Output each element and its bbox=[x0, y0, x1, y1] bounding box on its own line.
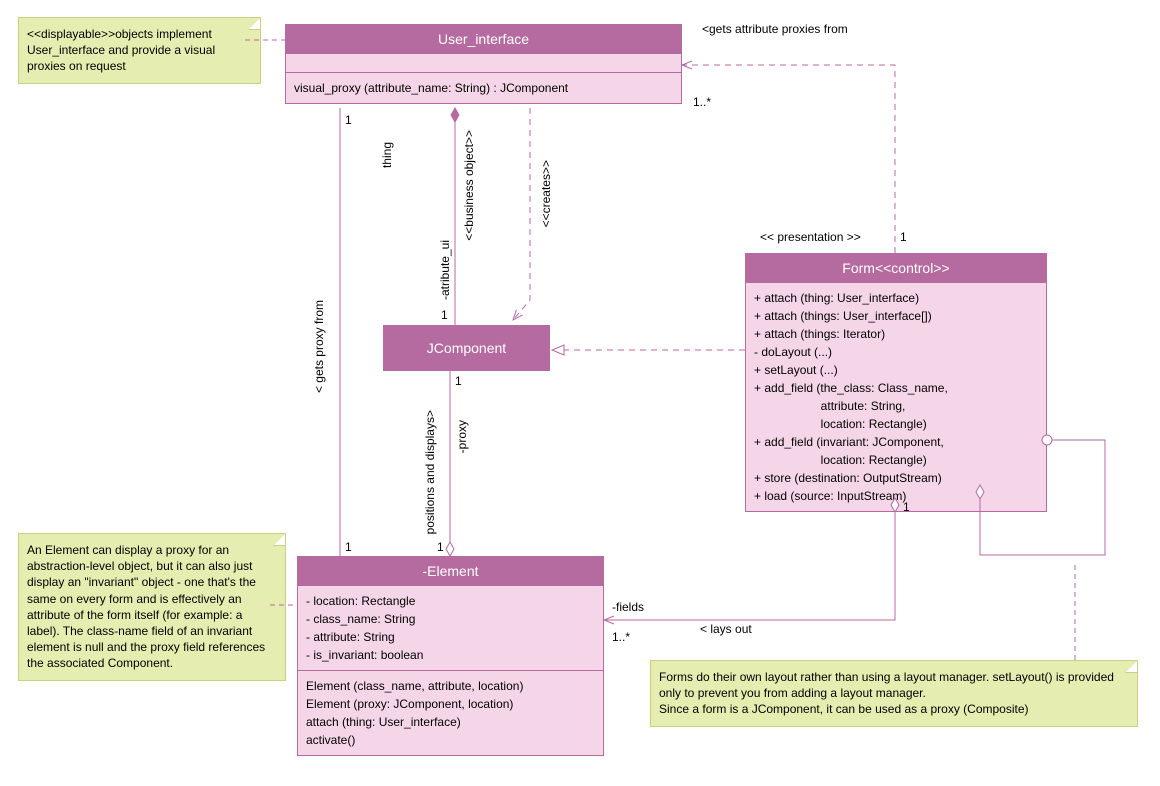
label-lays-out: < lays out bbox=[700, 622, 752, 636]
label-thing: thing bbox=[380, 142, 394, 168]
class-operations: visual_proxy (attribute_name: String) : … bbox=[286, 72, 681, 103]
class-attributes: - location: Rectangle - class_name: Stri… bbox=[298, 585, 603, 670]
class-form: Form<<control>> + attach (thing: User_in… bbox=[745, 253, 1047, 512]
class-user-interface: User_interface visual_proxy (attribute_n… bbox=[285, 24, 682, 104]
mult-one: 1 bbox=[900, 230, 907, 244]
mult-one: 1 bbox=[903, 500, 910, 514]
mult-one-star: 1..* bbox=[612, 630, 630, 644]
label-positions: positions and displays> bbox=[423, 410, 437, 534]
class-title: Form<<control>> bbox=[746, 254, 1046, 282]
class-title: User_interface bbox=[286, 25, 681, 53]
label-creates: <<creates>> bbox=[539, 160, 553, 227]
label-fields: -fields bbox=[612, 600, 644, 614]
label-presentation: << presentation >> bbox=[760, 230, 861, 244]
label-proxy: -proxy bbox=[455, 420, 469, 453]
label-gets-proxy: < gets proxy from bbox=[312, 300, 326, 393]
label-gets-attr: <gets attribute proxies from bbox=[702, 22, 848, 36]
mult-one-star: 1..* bbox=[693, 95, 711, 109]
label-business: <<business object>> bbox=[462, 130, 476, 241]
mult-one: 1 bbox=[455, 374, 462, 388]
class-element: -Element - location: Rectangle - class_n… bbox=[297, 556, 604, 756]
mult-one: 1 bbox=[441, 308, 448, 322]
note-form: Forms do their own layout rather than us… bbox=[650, 660, 1138, 727]
note-displayable: <<displayable>>objects implement User_in… bbox=[18, 17, 261, 84]
label-attribute-ui: -atribute_ui bbox=[438, 240, 452, 300]
note-element: An Element can display a proxy for an ab… bbox=[18, 533, 286, 681]
class-title: -Element bbox=[298, 557, 603, 585]
mult-one: 1 bbox=[345, 540, 352, 554]
mult-one: 1 bbox=[437, 540, 444, 554]
mult-one: 1 bbox=[345, 113, 352, 127]
class-title: JComponent bbox=[384, 326, 549, 370]
class-jcomponent: JComponent bbox=[383, 325, 550, 371]
class-operations: Element (class_name, attribute, location… bbox=[298, 670, 603, 755]
class-operations: + attach (thing: User_interface) + attac… bbox=[746, 282, 1046, 511]
